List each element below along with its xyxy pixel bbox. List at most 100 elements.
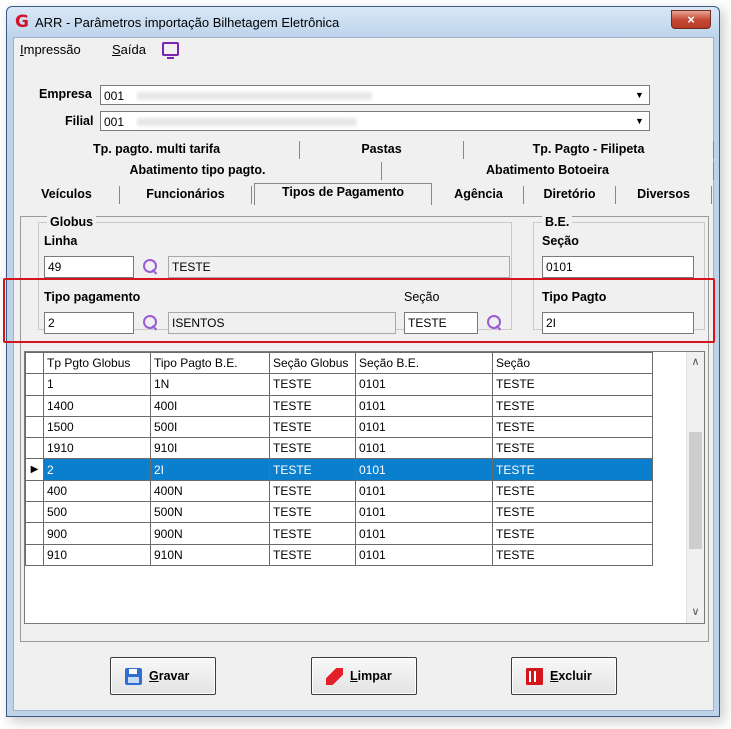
row-indicator[interactable] bbox=[25, 522, 44, 545]
tab-abatimento-botoeira[interactable]: Abatimento Botoeira bbox=[382, 162, 714, 180]
close-button[interactable]: × bbox=[671, 10, 711, 29]
row-indicator[interactable] bbox=[25, 415, 44, 439]
table-cell[interactable]: TESTE bbox=[269, 373, 356, 396]
table-cell[interactable]: 0101 bbox=[355, 501, 493, 524]
row-indicator[interactable] bbox=[25, 501, 44, 524]
table-row[interactable]: 1400 400I TESTE 0101 TESTE bbox=[25, 394, 653, 417]
table-row[interactable]: 1500 500I TESTE 0101 TESTE bbox=[25, 415, 653, 439]
table-cell[interactable]: 400I bbox=[150, 394, 270, 417]
tab-filipeta[interactable]: Tp. Pagto - Filipeta bbox=[464, 141, 714, 159]
gravar-button[interactable]: Gravar bbox=[110, 657, 216, 695]
table-row[interactable]: ▶ 2 2I TESTE 0101 TESTE bbox=[25, 458, 653, 481]
scrollbar-thumb[interactable] bbox=[689, 432, 702, 549]
table-cell[interactable]: 500I bbox=[150, 415, 270, 439]
table-cell[interactable]: TESTE bbox=[269, 437, 356, 460]
table-row[interactable]: 1 1N TESTE 0101 TESTE bbox=[25, 373, 653, 396]
table-cell[interactable]: 1400 bbox=[43, 394, 151, 417]
tab-abatimento-tipo[interactable]: Abatimento tipo pagto. bbox=[14, 162, 382, 180]
table-cell[interactable]: TESTE bbox=[492, 522, 653, 545]
column-header[interactable]: Tipo Pagto B.E. bbox=[150, 351, 270, 375]
table-cell[interactable]: 910N bbox=[150, 543, 270, 566]
table-cell[interactable]: 1N bbox=[150, 373, 270, 396]
table-cell[interactable]: TESTE bbox=[269, 522, 356, 545]
table-cell[interactable]: 2I bbox=[150, 458, 270, 481]
title-bar[interactable]: G ARR - Parâmetros importação Bilhetagem… bbox=[7, 7, 719, 37]
row-indicator[interactable] bbox=[25, 543, 44, 566]
tab-funcionarios[interactable]: Funcionários bbox=[120, 186, 252, 204]
table-cell[interactable]: 2 bbox=[43, 458, 151, 481]
chevron-down-icon[interactable]: ▼ bbox=[632, 88, 647, 102]
table-cell[interactable]: TESTE bbox=[269, 415, 356, 439]
table-row[interactable]: 400 400N TESTE 0101 TESTE bbox=[25, 479, 653, 503]
linha-input[interactable]: 49 bbox=[44, 256, 134, 278]
chevron-down-icon[interactable]: ∨ bbox=[687, 604, 704, 621]
table-cell[interactable]: TESTE bbox=[492, 543, 653, 566]
column-header[interactable]: Tp Pgto Globus bbox=[43, 351, 151, 375]
table-cell[interactable]: TESTE bbox=[492, 501, 653, 524]
tab-diretorio[interactable]: Diretório bbox=[524, 186, 616, 204]
chevron-up-icon[interactable]: ∧ bbox=[687, 354, 704, 371]
table-cell[interactable]: TESTE bbox=[492, 394, 653, 417]
row-pointer-icon[interactable]: ▶ bbox=[25, 458, 44, 481]
table-cell[interactable]: TESTE bbox=[492, 458, 653, 481]
table-cell[interactable]: 400N bbox=[150, 479, 270, 503]
table-cell[interactable]: 0101 bbox=[355, 373, 493, 396]
table-cell[interactable]: 500 bbox=[43, 501, 151, 524]
table-cell[interactable]: 0101 bbox=[355, 394, 493, 417]
tab-diversos[interactable]: Diversos bbox=[616, 186, 712, 204]
table-cell[interactable]: TESTE bbox=[269, 479, 356, 503]
tab-tipos-pagamento[interactable]: Tipos de Pagamento bbox=[254, 183, 432, 205]
table-cell[interactable]: TESTE bbox=[269, 543, 356, 566]
search-icon[interactable] bbox=[142, 258, 160, 276]
table-cell[interactable]: TESTE bbox=[269, 394, 356, 417]
table-cell[interactable]: TESTE bbox=[492, 415, 653, 439]
tab-veiculos[interactable]: Veículos bbox=[14, 186, 120, 204]
table-cell[interactable]: 500N bbox=[150, 501, 270, 524]
menu-impressao[interactable]: Impressão bbox=[20, 42, 81, 57]
table-cell[interactable]: 0101 bbox=[355, 437, 493, 460]
table-cell[interactable]: 910I bbox=[150, 437, 270, 460]
excluir-button[interactable]: Excluir bbox=[511, 657, 617, 695]
tab-pastas[interactable]: Pastas bbox=[300, 141, 464, 159]
table-cell[interactable]: 900 bbox=[43, 522, 151, 545]
table-cell[interactable]: 1500 bbox=[43, 415, 151, 439]
chevron-down-icon[interactable]: ▼ bbox=[632, 114, 647, 128]
row-indicator[interactable] bbox=[25, 479, 44, 503]
column-header[interactable]: Seção B.E. bbox=[355, 351, 493, 375]
table-cell[interactable]: 910 bbox=[43, 543, 151, 566]
data-grid[interactable]: Tp Pgto Globus Tipo Pagto B.E. Seção Glo… bbox=[24, 351, 705, 624]
empresa-select[interactable]: 001 ▼ bbox=[100, 85, 650, 105]
limpar-button[interactable]: Limpar bbox=[311, 657, 417, 695]
table-cell[interactable]: 1910 bbox=[43, 437, 151, 460]
column-header[interactable]: Seção bbox=[492, 351, 653, 375]
row-indicator[interactable] bbox=[25, 437, 44, 460]
be-secao-input[interactable]: 0101 bbox=[542, 256, 694, 278]
table-row[interactable]: 500 500N TESTE 0101 TESTE bbox=[25, 501, 653, 524]
table-row[interactable]: 1910 910I TESTE 0101 TESTE bbox=[25, 437, 653, 460]
row-indicator[interactable] bbox=[25, 394, 44, 417]
table-cell[interactable]: 0101 bbox=[355, 543, 493, 566]
table-cell[interactable]: 0101 bbox=[355, 458, 493, 481]
tab-agencia[interactable]: Agência bbox=[434, 186, 524, 204]
table-cell[interactable]: 0101 bbox=[355, 479, 493, 503]
table-row[interactable]: 910 910N TESTE 0101 TESTE bbox=[25, 543, 653, 566]
vertical-scrollbar[interactable]: ∧ ∨ bbox=[686, 352, 704, 623]
table-cell[interactable]: TESTE bbox=[269, 501, 356, 524]
table-cell[interactable]: TESTE bbox=[492, 479, 653, 503]
row-indicator[interactable] bbox=[25, 373, 44, 396]
table-cell[interactable]: 1 bbox=[43, 373, 151, 396]
monitor-icon[interactable] bbox=[162, 42, 179, 59]
empresa-blurred-name bbox=[137, 92, 372, 100]
table-cell[interactable]: 400 bbox=[43, 479, 151, 503]
table-cell[interactable]: TESTE bbox=[492, 437, 653, 460]
table-cell[interactable]: 900N bbox=[150, 522, 270, 545]
column-header[interactable]: Seção Globus bbox=[269, 351, 356, 375]
tab-multi-tarifa[interactable]: Tp. pagto. multi tarifa bbox=[14, 141, 300, 159]
table-cell[interactable]: TESTE bbox=[269, 458, 356, 481]
table-row[interactable]: 900 900N TESTE 0101 TESTE bbox=[25, 522, 653, 545]
filial-select[interactable]: 001 ▼ bbox=[100, 111, 650, 131]
table-cell[interactable]: 0101 bbox=[355, 522, 493, 545]
table-cell[interactable]: TESTE bbox=[492, 373, 653, 396]
table-cell[interactable]: 0101 bbox=[355, 415, 493, 439]
menu-saida[interactable]: Saída bbox=[112, 42, 146, 57]
